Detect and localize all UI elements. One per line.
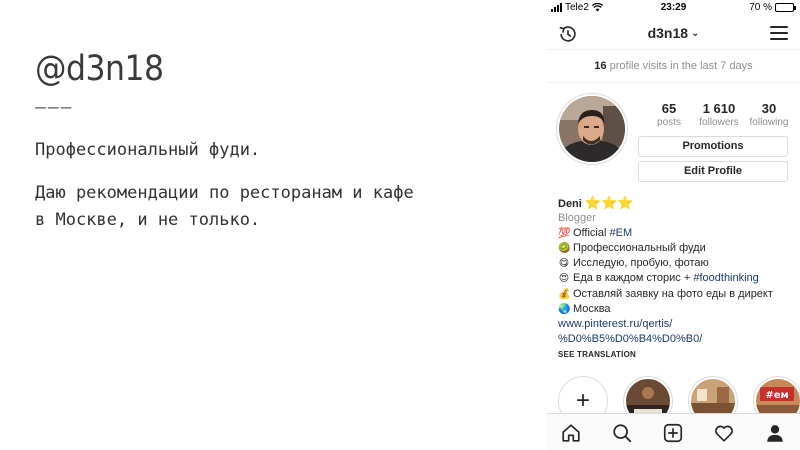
bio-text: Исследую, пробую, фотаю [573, 257, 709, 270]
hashtag-link[interactable]: #EM [609, 227, 632, 239]
plus-icon: + [575, 387, 590, 414]
add-post-icon[interactable] [662, 422, 684, 444]
heart-eyes-emoji-icon: 😍 [558, 273, 570, 285]
bio-line: 🌏 Москва [558, 302, 798, 317]
profile-bio: Deni ⭐⭐⭐ Blogger 💯 Official #EM 🥝 Професси… [558, 195, 798, 346]
display-name: Deni [558, 198, 582, 210]
story-highlights: + #eм [547, 376, 800, 426]
activity-heart-icon[interactable] [713, 422, 735, 444]
bio-line: 😋 Исследую, пробую, фотаю [558, 256, 798, 271]
highlight-badge: #eм [765, 390, 788, 401]
globe-emoji-icon: 🌏 [558, 304, 571, 316]
search-icon[interactable] [611, 422, 633, 444]
status-bar: Tele2 23:29 70 % [547, 0, 800, 16]
profile-icon[interactable] [764, 422, 786, 444]
avatar[interactable] [556, 93, 628, 165]
website-link-line: www.pinterest.ru/qertis/ [558, 318, 673, 331]
battery-percent: 70 % [749, 2, 772, 13]
stat-following[interactable]: 30 following [744, 101, 794, 128]
stat-label: followers [699, 117, 739, 128]
kiwi-emoji-icon: 🥝 [558, 242, 571, 254]
stat-followers[interactable]: 1 610 followers [694, 101, 744, 128]
bio-text: Профессиональный фуди [573, 241, 706, 254]
bio-line: 💰 Оставляй заявку на фото еды в директ [558, 287, 798, 302]
avatar-photo [559, 96, 625, 162]
promotions-button[interactable]: Promotions [638, 136, 788, 157]
slide-line-1: Профессиональный фуди. [35, 140, 261, 160]
profile-category: Blogger [558, 212, 596, 225]
stat-value: 30 [761, 101, 777, 116]
home-icon[interactable] [560, 422, 582, 444]
bio-line: 🥝 Профессиональный фуди [558, 241, 798, 256]
battery-icon [775, 3, 796, 12]
visits-count: 16 [594, 60, 607, 72]
bottom-tab-bar [547, 413, 800, 450]
slide-handle: @d3n18 [35, 49, 164, 89]
username-title: d3n18 [647, 25, 689, 41]
bio-line: 😍 Еда в каждом сторис + #foodthinking [558, 271, 798, 286]
stat-label: following [749, 117, 789, 128]
stat-posts[interactable]: 65 posts [644, 101, 694, 128]
see-translation-button[interactable]: SEE TRANSLATION [558, 350, 636, 359]
star-emoji: ⭐⭐⭐ [584, 195, 634, 210]
menu-icon[interactable] [770, 26, 788, 40]
bio-text: Москва [573, 303, 611, 316]
bio-text: Official [573, 226, 610, 239]
profile-visits-insight[interactable]: 16 profile visits in the last 7 days [547, 51, 800, 83]
money-bag-emoji-icon: 💰 [558, 288, 571, 300]
stat-value: 65 [661, 101, 677, 116]
hashtag-link[interactable]: #foodthinking [693, 272, 758, 284]
visits-text: profile visits in the last 7 days [609, 60, 753, 72]
username-switcher[interactable]: d3n18 ⌄ [547, 25, 800, 41]
bio-line: 💯 Official #EM [558, 226, 798, 241]
hundred-emoji-icon: 💯 [558, 227, 571, 239]
slide-line-2: Даю рекомендации по ресторанам и кафе в … [35, 183, 414, 230]
phone-screen: Tele2 23:29 70 % d3n18 ⌄ 16 profile visit… [547, 0, 800, 450]
slide-divider: ——— [35, 97, 74, 118]
bio-text: Оставляй заявку на фото еды в директ [573, 287, 773, 300]
bio-text: Еда в каждом сторис + [573, 272, 694, 285]
website-link[interactable]: www.pinterest.ru/qertis/ %D0%B5%D0%B4%D0… [558, 317, 798, 346]
yum-emoji-icon: 😋 [558, 258, 570, 270]
edit-profile-button[interactable]: Edit Profile [638, 161, 788, 182]
stat-value: 1 610 [702, 101, 736, 116]
profile-header: d3n18 ⌄ [547, 16, 800, 50]
stat-label: posts [657, 117, 681, 128]
chevron-down-icon: ⌄ [691, 28, 700, 39]
website-link-line: %D0%B5%D0%B4%D0%B0/ [558, 332, 703, 345]
profile-stats: 65 posts 1 610 followers 30 following [644, 101, 794, 128]
